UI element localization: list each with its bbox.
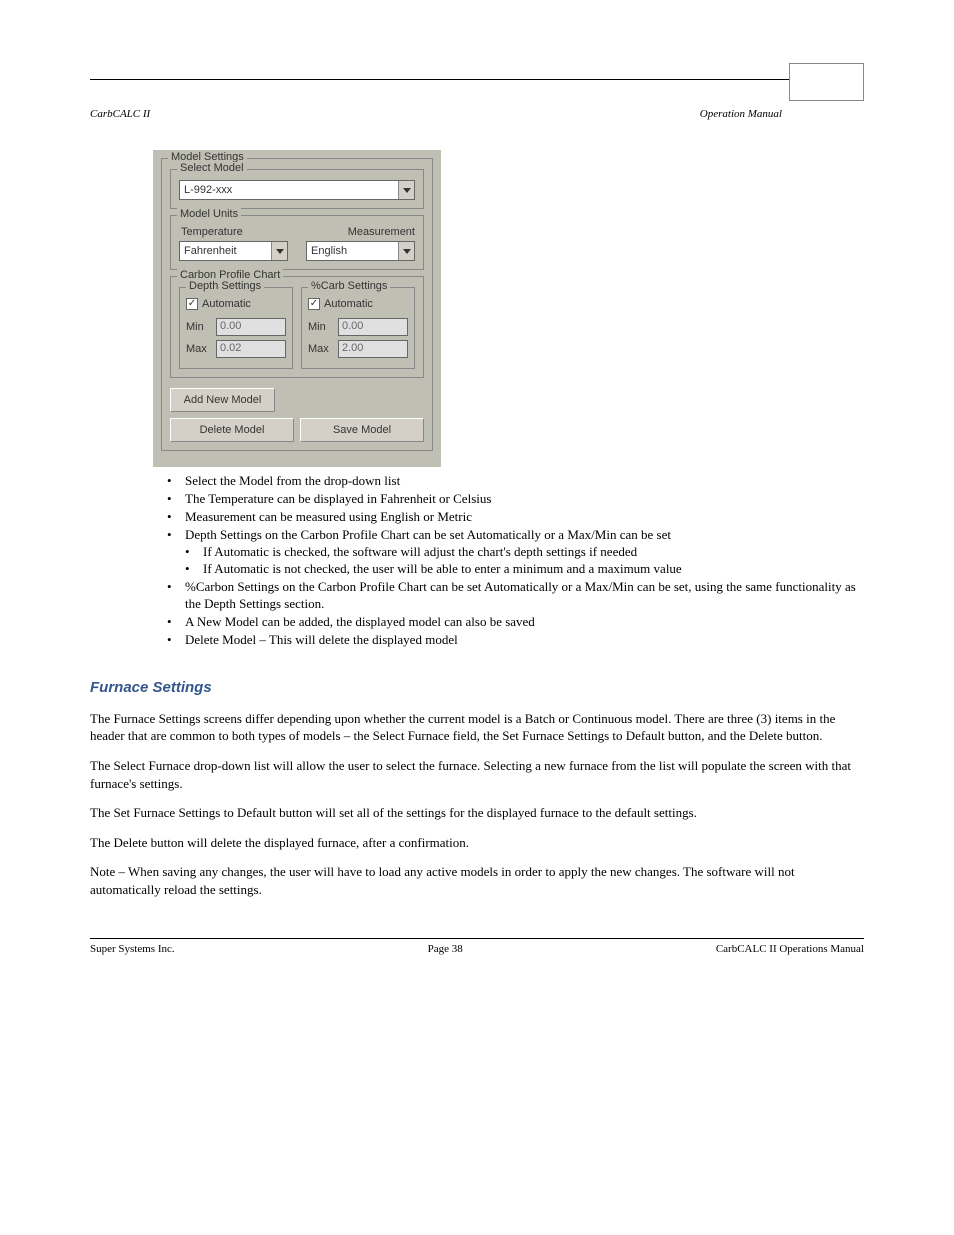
- model-settings-group: Model Settings Select Model L-992-xxx Mo…: [161, 158, 433, 451]
- body-text: Note – When saving any changes, the user…: [90, 863, 864, 898]
- temperature-dropdown[interactable]: Fahrenheit: [179, 241, 288, 261]
- model-settings-screenshot: Model Settings Select Model L-992-xxx Mo…: [153, 150, 441, 467]
- model-units-group: Model Units Temperature Fahrenheit: [170, 215, 424, 270]
- page-footer: Super Systems Inc. Page 38 CarbCALC II O…: [90, 938, 864, 955]
- carb-automatic-label: Automatic: [324, 298, 373, 310]
- carb-max-input[interactable]: 2.00: [338, 340, 408, 358]
- chevron-down-icon: [398, 181, 414, 199]
- depth-automatic-checkbox[interactable]: ✓: [186, 298, 198, 310]
- measurement-value: English: [307, 242, 398, 260]
- list-item: Delete Model – This will delete the disp…: [153, 632, 864, 649]
- list-item: If Automatic is checked, the software wi…: [185, 544, 864, 561]
- list-item: If Automatic is not checked, the user wi…: [185, 561, 864, 578]
- select-model-value: L-992-xxx: [180, 181, 398, 199]
- list-item: %Carbon Settings on the Carbon Profile C…: [153, 579, 864, 613]
- carb-max-label: Max: [308, 343, 332, 355]
- body-text: The Delete button will delete the displa…: [90, 834, 864, 852]
- depth-settings-label: Depth Settings: [186, 280, 264, 292]
- measurement-label: Measurement: [306, 226, 415, 238]
- temperature-label: Temperature: [179, 226, 288, 238]
- add-new-model-button[interactable]: Add New Model: [170, 388, 275, 412]
- depth-settings-group: Depth Settings ✓ Automatic Min 0.00 Max: [179, 287, 293, 369]
- model-settings-bullets: Select the Model from the drop-down list…: [153, 473, 864, 649]
- list-item: Select the Model from the drop-down list: [153, 473, 864, 490]
- body-text: The Set Furnace Settings to Default butt…: [90, 804, 864, 822]
- carb-min-input[interactable]: 0.00: [338, 318, 408, 336]
- select-model-dropdown[interactable]: L-992-xxx: [179, 180, 415, 200]
- header-left: CarbCALC II: [90, 108, 150, 120]
- chevron-down-icon: [398, 242, 414, 260]
- carb-min-label: Min: [308, 321, 332, 333]
- temperature-value: Fahrenheit: [180, 242, 271, 260]
- select-model-label: Select Model: [177, 162, 247, 174]
- list-item: Measurement can be measured using Englis…: [153, 509, 864, 526]
- depth-min-input[interactable]: 0.00: [216, 318, 286, 336]
- carb-automatic-checkbox[interactable]: ✓: [308, 298, 320, 310]
- depth-max-label: Max: [186, 343, 210, 355]
- select-model-group: Select Model L-992-xxx: [170, 169, 424, 209]
- depth-automatic-label: Automatic: [202, 298, 251, 310]
- footer-left: Super Systems Inc.: [90, 943, 175, 955]
- body-text: The Select Furnace drop-down list will a…: [90, 757, 864, 792]
- carbon-profile-group: Carbon Profile Chart Depth Settings ✓ Au…: [170, 276, 424, 378]
- footer-page-number: Page 38: [428, 943, 463, 955]
- list-item: The Temperature can be displayed in Fahr…: [153, 491, 864, 508]
- header-corner-box: [789, 63, 864, 101]
- furnace-settings-heading: Furnace Settings: [90, 679, 864, 696]
- body-text: The Furnace Settings screens differ depe…: [90, 710, 864, 745]
- chevron-down-icon: [271, 242, 287, 260]
- header-right: Operation Manual: [700, 108, 782, 120]
- depth-max-input[interactable]: 0.02: [216, 340, 286, 358]
- delete-model-button[interactable]: Delete Model: [170, 418, 294, 442]
- depth-min-label: Min: [186, 321, 210, 333]
- footer-right: CarbCALC II Operations Manual: [716, 943, 864, 955]
- list-item: A New Model can be added, the displayed …: [153, 614, 864, 631]
- carb-settings-group: %Carb Settings ✓ Automatic Min 0.00 Max: [301, 287, 415, 369]
- save-model-button[interactable]: Save Model: [300, 418, 424, 442]
- measurement-dropdown[interactable]: English: [306, 241, 415, 261]
- list-item: Depth Settings on the Carbon Profile Cha…: [153, 527, 864, 579]
- model-units-label: Model Units: [177, 208, 241, 220]
- carb-settings-label: %Carb Settings: [308, 280, 390, 292]
